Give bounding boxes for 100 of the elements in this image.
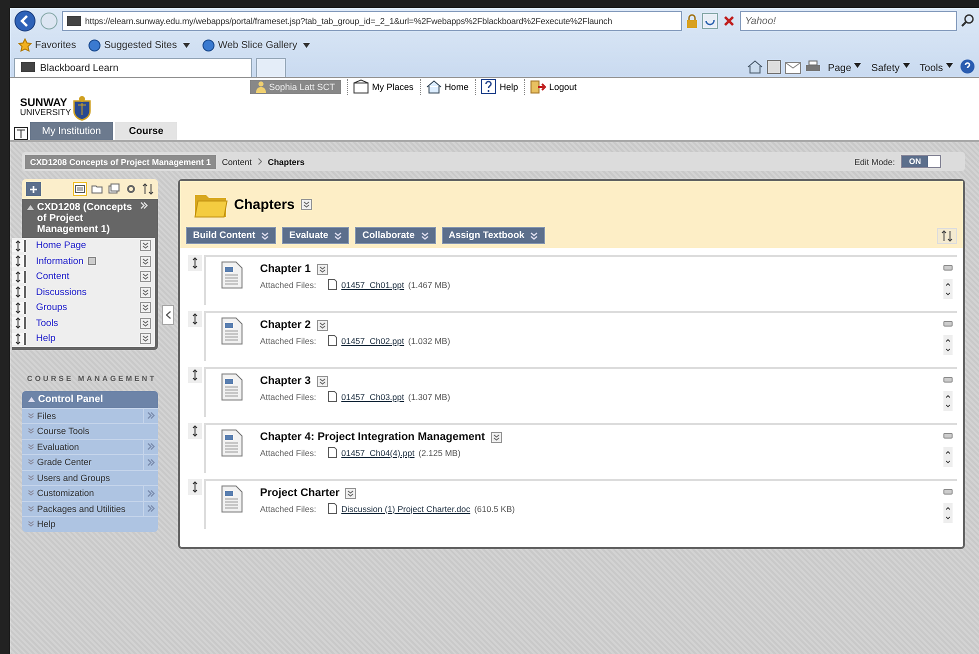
breadcrumb-item[interactable]: Content — [222, 156, 252, 166]
action-button[interactable]: Evaluate — [282, 227, 350, 244]
nav-link[interactable]: Logout — [524, 79, 577, 95]
reorder-icon[interactable] — [943, 502, 953, 523]
caret-icon — [854, 63, 862, 68]
options-icon[interactable] — [300, 198, 312, 210]
nav-link[interactable]: Home — [420, 79, 469, 95]
action-button[interactable]: Assign Textbook — [442, 227, 546, 244]
course-menu-link[interactable]: Discussions — [30, 286, 87, 298]
mail-icon[interactable] — [784, 62, 801, 74]
home-icon — [426, 79, 442, 95]
file-link[interactable]: 01457_Ch01.ppt — [341, 280, 404, 290]
files-label: Attached Files: — [260, 392, 316, 402]
toggle-frame-icon[interactable] — [14, 127, 28, 140]
search-icon[interactable] — [961, 14, 975, 28]
minimize-icon[interactable] — [943, 321, 953, 327]
drag-handle-icon[interactable] — [12, 302, 26, 314]
action-button[interactable]: Build Content — [186, 227, 276, 244]
chevron-icon — [28, 490, 34, 496]
minimize-icon[interactable] — [943, 265, 953, 271]
favorites-link[interactable]: Suggested Sites — [84, 38, 194, 52]
file-link[interactable]: 01457_Ch04(4).ppt — [341, 448, 414, 458]
drag-handle-icon[interactable] — [12, 255, 26, 268]
drag-handle-icon[interactable] — [188, 311, 202, 327]
panel-item[interactable]: Customization — [37, 488, 140, 498]
file-link[interactable]: 01457_Ch02.ppt — [341, 336, 404, 346]
sort-icon[interactable] — [142, 183, 154, 195]
options-icon[interactable] — [140, 333, 151, 344]
favorites-link[interactable]: Web Slice Gallery — [198, 38, 314, 52]
file-link[interactable]: 01457_Ch03.ppt — [341, 392, 404, 402]
options-icon[interactable] — [316, 264, 328, 274]
add-button[interactable] — [26, 182, 41, 196]
edit-mode-switch[interactable]: ON — [901, 155, 941, 168]
panel-item[interactable]: Grade Center — [37, 457, 140, 468]
browser-tab[interactable]: Blackboard Learn — [14, 58, 252, 77]
course-menu-link[interactable]: Tools — [30, 318, 58, 329]
folder-icon[interactable] — [91, 183, 103, 195]
drag-handle-icon[interactable] — [12, 286, 26, 298]
drag-handle-icon[interactable] — [12, 270, 26, 283]
minimize-icon[interactable] — [943, 377, 953, 383]
refresh-icon[interactable] — [702, 13, 718, 29]
panel-item[interactable]: Packages and Utilities — [37, 504, 140, 514]
command-menu[interactable]: Tools — [916, 63, 956, 74]
command-menu[interactable]: Safety — [868, 63, 913, 74]
options-icon[interactable] — [140, 256, 151, 267]
course-menu-link[interactable]: Help — [30, 333, 56, 344]
course-menu-link[interactable]: Home Page — [30, 240, 86, 252]
minimize-icon[interactable] — [943, 433, 953, 439]
panel-item[interactable]: Help — [37, 519, 158, 530]
chevron-icon — [28, 428, 34, 434]
options-icon[interactable] — [345, 488, 356, 498]
course-menu-link[interactable]: Groups — [30, 302, 68, 314]
address-bar[interactable]: https://elearn.sunway.edu.my/webapps/portal/frameset.jsp?tab_tab_group_id=_2_1&url=%2Fwebapps%2Fblackboard%2Fexecute%2Flaunch — [62, 11, 682, 31]
action-button[interactable]: Collaborate — [355, 227, 436, 244]
course-menu-link[interactable]: Information — [30, 256, 84, 267]
nav-link[interactable]: Help — [474, 79, 518, 95]
drag-handle-icon[interactable] — [188, 255, 202, 271]
options-icon[interactable] — [140, 286, 151, 298]
collapse-button[interactable] — [162, 305, 174, 325]
drag-handle-icon[interactable] — [12, 317, 26, 330]
drag-handle-icon[interactable] — [188, 423, 202, 439]
back-icon[interactable] — [14, 10, 36, 32]
reorder-icon[interactable] — [943, 334, 953, 355]
course-title[interactable]: CXD1208 (Concepts of Project Management 1) — [37, 202, 137, 235]
options-icon[interactable] — [140, 271, 151, 282]
drag-handle-icon[interactable] — [188, 479, 202, 495]
close-icon[interactable] — [722, 14, 736, 28]
search-field[interactable]: Yahoo! — [740, 11, 957, 31]
reorder-icon[interactable] — [943, 390, 953, 411]
file-link[interactable]: Discussion (1) Project Charter.doc — [341, 504, 470, 514]
options-icon[interactable] — [490, 432, 502, 442]
options-icon[interactable] — [140, 318, 151, 329]
windows-icon[interactable] — [108, 183, 120, 195]
favorites-button[interactable]: Favorites — [14, 38, 80, 52]
tab[interactable]: Course — [114, 122, 178, 140]
chevron-left-icon — [166, 311, 170, 319]
panel-item[interactable]: Files — [37, 410, 140, 421]
panel-item[interactable]: Course Tools — [37, 426, 158, 436]
document-icon — [220, 485, 244, 513]
options-icon[interactable] — [316, 320, 328, 330]
drag-handle-icon[interactable] — [12, 240, 26, 252]
printer-icon[interactable] — [804, 60, 821, 74]
command-menu[interactable]: Page — [824, 63, 864, 74]
drag-handle-icon[interactable] — [12, 332, 26, 345]
help-icon[interactable] — [960, 59, 975, 74]
expand-icon[interactable] — [140, 202, 148, 209]
list-view-icon[interactable] — [74, 183, 86, 195]
home-icon[interactable] — [746, 60, 763, 74]
options-icon[interactable] — [140, 302, 151, 314]
course-menu-link[interactable]: Content — [30, 271, 70, 282]
minimize-icon[interactable] — [943, 489, 953, 495]
options-icon[interactable] — [316, 376, 328, 386]
panel-item[interactable]: Evaluation — [37, 442, 140, 452]
reorder-icon[interactable] — [943, 278, 953, 299]
tab[interactable]: My Institution — [30, 122, 113, 140]
drag-handle-icon[interactable] — [188, 367, 202, 383]
options-icon[interactable] — [140, 240, 151, 252]
panel-item[interactable]: Users and Groups — [37, 472, 158, 483]
reorder-icon[interactable] — [943, 446, 953, 467]
nav-link[interactable]: My Places — [347, 79, 414, 95]
